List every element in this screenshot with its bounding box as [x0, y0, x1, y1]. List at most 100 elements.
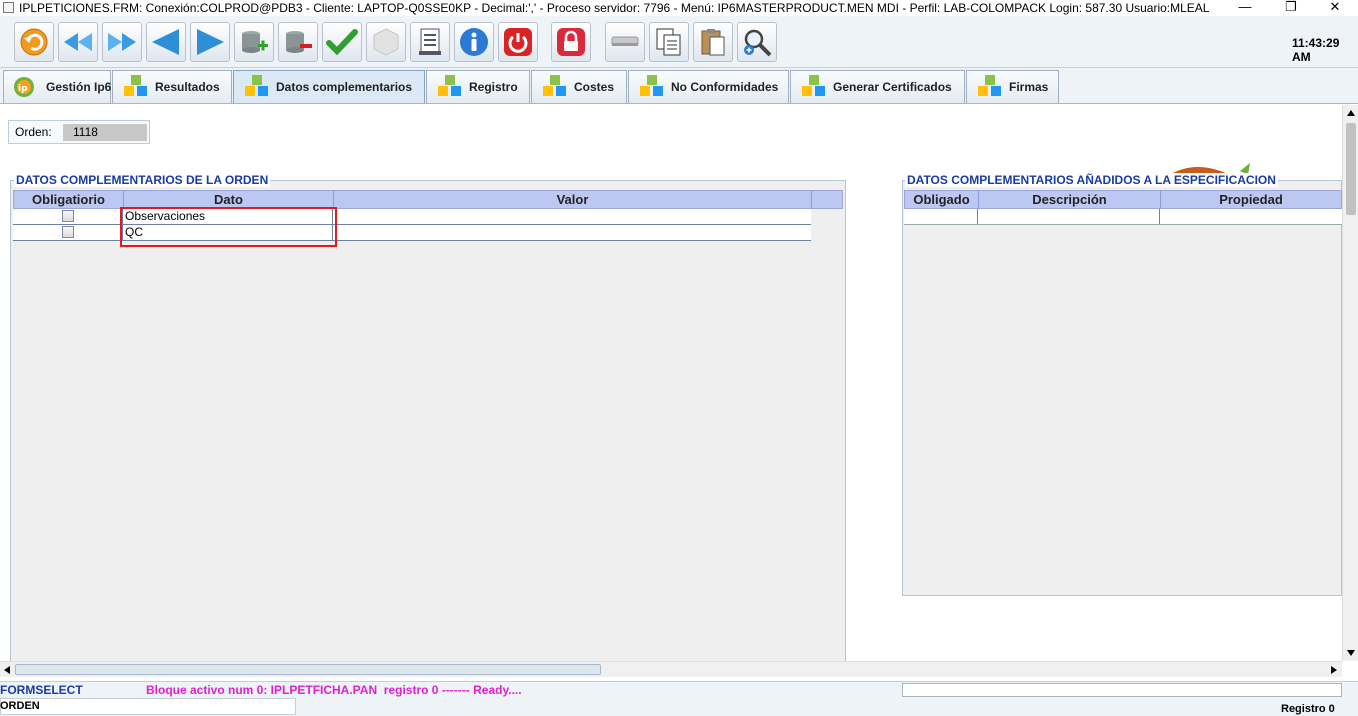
- obligatorio-checkbox[interactable]: [61, 210, 74, 222]
- paste-button[interactable]: [693, 22, 733, 62]
- col-obligado[interactable]: Obligado: [905, 191, 979, 208]
- tab-label: Gestión Ip6: [46, 80, 112, 94]
- toolbar: 11:43:29 AM: [0, 16, 1358, 68]
- col-dato[interactable]: Dato: [124, 191, 334, 208]
- clear-button[interactable]: [366, 22, 406, 62]
- obligado-cell[interactable]: [904, 209, 978, 224]
- tab-label: Costes: [574, 80, 615, 94]
- vertical-scrollbar[interactable]: [1342, 105, 1358, 661]
- datos-especificacion-title: DATOS COMPLEMENTARIOS AÑADIDOS A LA ESPE…: [905, 173, 1278, 187]
- first-record-icon: [64, 33, 92, 51]
- obligatorio-cell[interactable]: [13, 209, 123, 224]
- scroll-right-icon[interactable]: [1331, 666, 1337, 674]
- minimize-button[interactable]: —: [1222, 0, 1268, 16]
- eraser-button[interactable]: [605, 22, 645, 62]
- search-icon: [744, 29, 772, 57]
- obligatorio-checkbox[interactable]: [61, 226, 74, 238]
- app-icon: [3, 2, 14, 13]
- vertical-scroll-thumb[interactable]: [1346, 123, 1356, 215]
- next-record-button[interactable]: [190, 22, 230, 62]
- ip6-logo-icon: ip: [14, 77, 34, 97]
- status-form: FORMSELECT: [0, 683, 83, 697]
- clear-icon: [373, 28, 399, 56]
- tab-firmas[interactable]: Firmas: [966, 70, 1059, 103]
- cubes-icon: [543, 75, 566, 96]
- info-icon: [460, 28, 488, 56]
- previous-record-button[interactable]: [146, 22, 186, 62]
- status-bar-secondary: ORDEN Registro 0: [0, 698, 1358, 716]
- datos-especificacion-header: Obligado Descripción Propiedad: [904, 190, 1342, 209]
- report-button[interactable]: [410, 22, 450, 62]
- cubes-icon: [978, 75, 1001, 96]
- col-descripcion[interactable]: Descripción: [979, 191, 1161, 208]
- window-title: IPLPETICIONES.FRM: Conexión:COLPROD@PDB3…: [19, 1, 1210, 15]
- info-button[interactable]: [454, 22, 494, 62]
- clock: 11:43:29 AM: [1292, 36, 1340, 64]
- table-row[interactable]: [904, 209, 1342, 225]
- accept-button[interactable]: [322, 22, 362, 62]
- undo-icon: [20, 28, 48, 56]
- highlight-box: [120, 207, 337, 247]
- tab-resultados[interactable]: Resultados: [112, 70, 232, 103]
- lock-button[interactable]: [551, 22, 591, 62]
- block-name: ORDEN: [0, 700, 40, 712]
- datos-orden-panel: [10, 180, 846, 662]
- delete-record-icon: [286, 31, 312, 53]
- datos-orden-title: DATOS COMPLEMENTARIOS DE LA ORDEN: [14, 173, 271, 187]
- tab-generar-certificados[interactable]: Generar Certificados: [790, 70, 965, 103]
- paste-icon: [701, 29, 725, 56]
- last-record-icon: [108, 33, 136, 51]
- next-record-icon: [197, 29, 224, 55]
- cubes-icon: [124, 75, 147, 96]
- col-valor[interactable]: Valor: [334, 191, 812, 208]
- horizontal-scroll-thumb[interactable]: [15, 664, 601, 675]
- orden-field: Orden: 1118: [8, 120, 150, 144]
- cubes-icon: [640, 75, 663, 96]
- horizontal-scrollbar[interactable]: [0, 661, 1342, 677]
- scroll-left-icon[interactable]: [4, 666, 10, 674]
- cubes-icon: [245, 75, 268, 96]
- scroll-up-icon[interactable]: [1347, 110, 1355, 116]
- report-icon: [419, 28, 441, 55]
- cubes-icon: [438, 75, 461, 96]
- close-button[interactable]: ✕: [1312, 0, 1358, 16]
- tab-no-conformidades[interactable]: No Conformidades: [628, 70, 789, 103]
- cubes-icon: [802, 75, 825, 96]
- tab-label: Generar Certificados: [833, 80, 952, 94]
- undo-button[interactable]: [14, 22, 54, 62]
- svg-text:ip: ip: [18, 84, 28, 94]
- col-obligatorio[interactable]: Obligatiorio: [14, 191, 124, 208]
- first-record-button[interactable]: [58, 22, 98, 62]
- tab-registro[interactable]: Registro: [426, 70, 530, 103]
- restore-button[interactable]: ❐: [1268, 0, 1314, 16]
- descripcion-cell[interactable]: [978, 209, 1160, 224]
- copy-button[interactable]: [649, 22, 689, 62]
- obligatorio-cell[interactable]: [13, 225, 123, 240]
- lock-icon: [557, 28, 585, 56]
- tab-datos-complementarios[interactable]: Datos complementarios: [233, 70, 425, 103]
- power-icon: [504, 28, 532, 56]
- status-field: [902, 683, 1342, 697]
- exit-button[interactable]: [498, 22, 538, 62]
- previous-record-icon: [152, 29, 179, 55]
- orden-label: Orden:: [15, 125, 52, 139]
- scroll-down-icon[interactable]: [1347, 650, 1355, 656]
- main-content: Orden: 1118 DATOS COMPLEMENTARIOS DE LA …: [0, 105, 1342, 662]
- insert-record-icon: [242, 31, 268, 53]
- col-propiedad[interactable]: Propiedad: [1161, 191, 1341, 208]
- propiedad-cell[interactable]: [1160, 209, 1340, 224]
- delete-record-button[interactable]: [278, 22, 318, 62]
- search-button[interactable]: [737, 22, 777, 62]
- valor-cell[interactable]: [333, 225, 811, 240]
- insert-record-button[interactable]: [234, 22, 274, 62]
- tab-label: Firmas: [1009, 80, 1049, 94]
- valor-cell[interactable]: [333, 209, 811, 224]
- tab-gestion-ip6[interactable]: ip Gestión Ip6: [3, 70, 111, 103]
- orden-input[interactable]: 1118: [63, 124, 147, 141]
- registro-indicator: Registro 0: [1281, 703, 1335, 715]
- datos-especificacion-panel: [902, 180, 1342, 596]
- last-record-button[interactable]: [102, 22, 142, 62]
- status-message: Bloque activo num 0: IPLPETFICHA.PAN reg…: [146, 683, 522, 697]
- copy-icon: [656, 28, 681, 56]
- tab-costes[interactable]: Costes: [531, 70, 627, 103]
